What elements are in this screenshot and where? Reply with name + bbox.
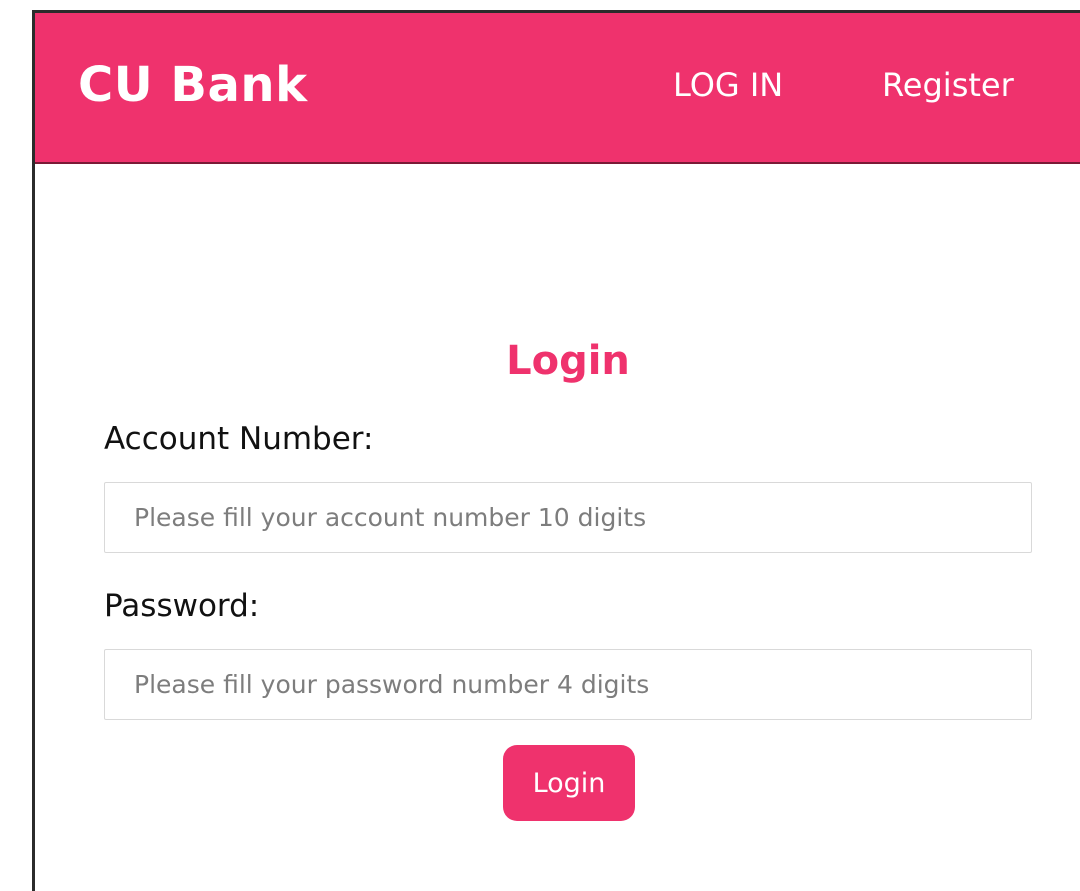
navbar: CU Bank LOG IN Register <box>35 13 1080 164</box>
password-label: Password: <box>104 588 260 624</box>
account-number-input[interactable] <box>104 482 1032 553</box>
brand-logo[interactable]: CU Bank <box>78 55 307 115</box>
nav-login-link[interactable]: LOG IN <box>673 63 783 107</box>
login-title: Login <box>506 338 630 384</box>
login-button[interactable]: Login <box>503 745 635 821</box>
password-input[interactable] <box>104 649 1032 720</box>
account-number-label: Account Number: <box>104 421 374 457</box>
nav-register-link[interactable]: Register <box>882 63 1014 107</box>
app-window: CU Bank LOG IN Register Login Account Nu… <box>32 10 1080 891</box>
